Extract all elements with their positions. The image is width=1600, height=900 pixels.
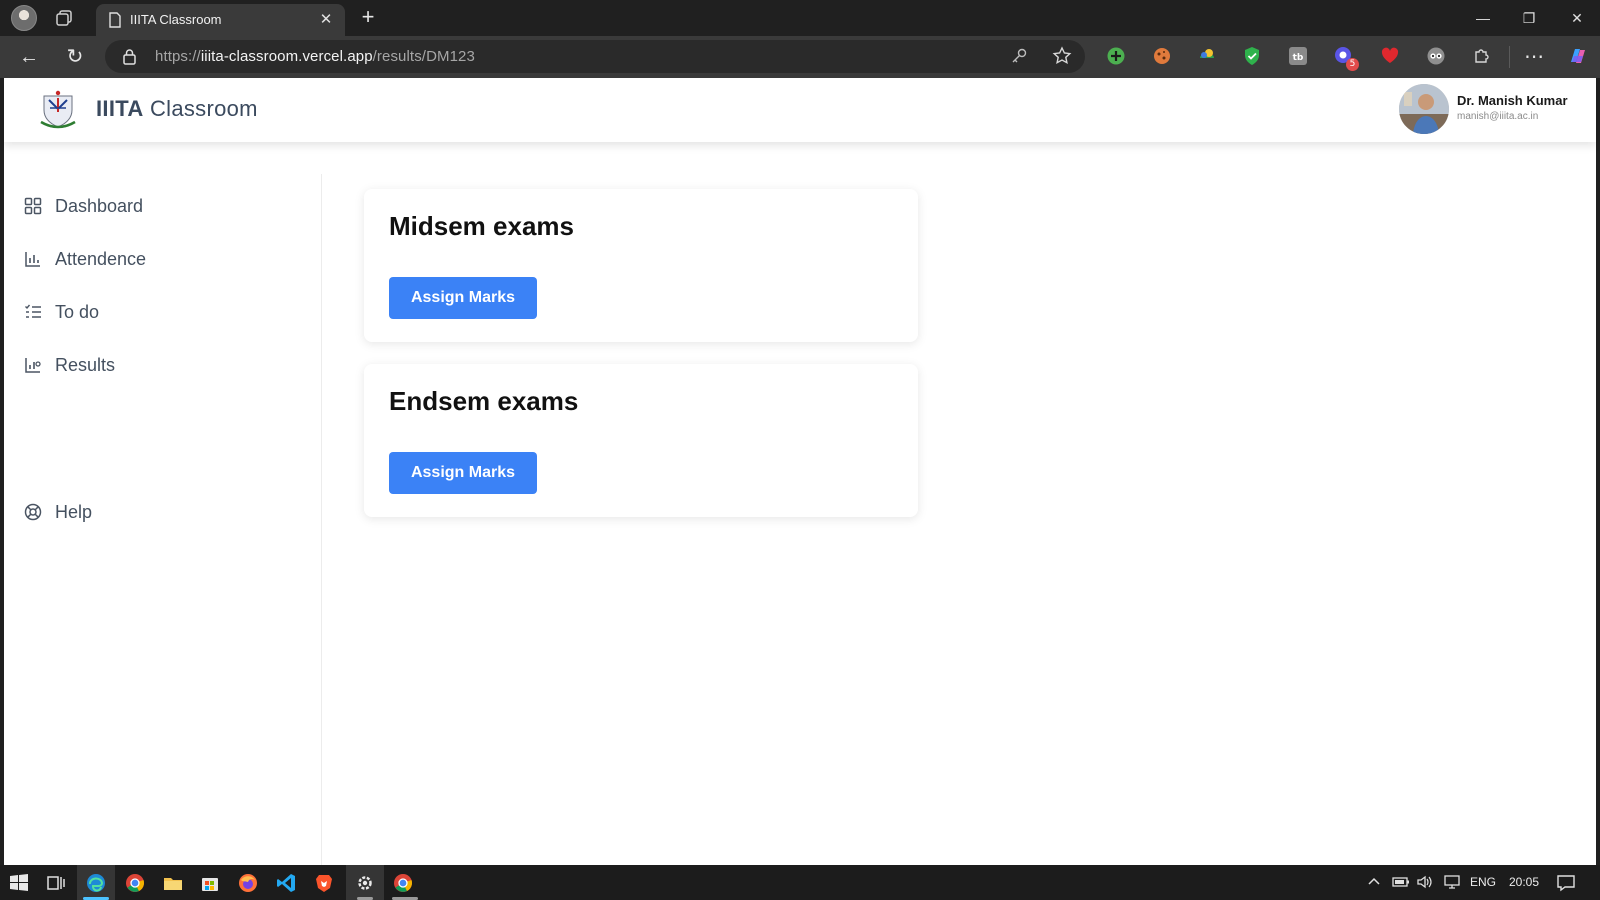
notification-center-icon[interactable] — [1556, 873, 1576, 893]
microsoft-store-icon[interactable] — [199, 872, 221, 894]
sidebar: Dashboard Attendence To do Results Help — [4, 174, 322, 865]
web-page: IIITA Classroom Dr. Manish Kumar manish@… — [4, 78, 1596, 865]
system-clock[interactable]: 20:05 — [1509, 875, 1539, 889]
chrome-profile-icon[interactable] — [392, 872, 414, 894]
browser-tab[interactable]: IIITA Classroom ✕ — [96, 4, 345, 36]
network-icon[interactable] — [1443, 874, 1461, 890]
battery-icon[interactable] — [1392, 874, 1410, 890]
windows-taskbar: ENG 20:05 — [0, 865, 1600, 900]
tab-actions-icon[interactable] — [54, 9, 74, 27]
sidebar-item-label: Attendence — [55, 248, 147, 269]
shield-extension-icon[interactable] — [1242, 46, 1262, 66]
brand-bold: IIITA — [96, 96, 144, 121]
address-bar[interactable]: https://iiita-classroom.vercel.app/resul… — [105, 40, 1085, 73]
green-plus-extension-icon[interactable] — [1106, 46, 1126, 66]
url-prefix: https:// — [155, 48, 201, 65]
user-photo — [1399, 84, 1449, 134]
dashboard-icon — [24, 197, 42, 215]
sidebar-item-label: Help — [55, 501, 93, 522]
red-heart-extension-icon[interactable] — [1380, 46, 1400, 66]
card-title: Midsem exams — [389, 211, 574, 241]
owl-extension-icon[interactable] — [1426, 46, 1446, 66]
minimize-button[interactable]: — — [1460, 0, 1506, 36]
endsem-exams-card: Endsem exams Assign Marks — [364, 364, 918, 517]
task-view-icon[interactable] — [45, 872, 67, 894]
brand-rest: Classroom — [149, 96, 258, 121]
results-chart-icon — [25, 358, 41, 373]
new-tab-button[interactable]: + — [356, 5, 380, 29]
brave-browser-icon[interactable] — [313, 872, 335, 894]
app-brand[interactable]: IIITA Classroom — [96, 96, 258, 122]
todo-list-icon — [25, 304, 41, 318]
chrome-icon[interactable] — [124, 872, 146, 894]
midsem-exams-card: Midsem exams Assign Marks — [364, 189, 918, 342]
iiita-logo[interactable] — [38, 88, 78, 130]
profile-avatar[interactable] — [11, 5, 37, 31]
bar-chart-icon — [25, 252, 40, 267]
lock-icon[interactable] — [122, 48, 137, 65]
assign-marks-button[interactable]: Assign Marks — [389, 452, 537, 494]
browser-toolbar: ← ↻ https://iiita-classroom.vercel.app/r… — [0, 36, 1600, 78]
app-header: IIITA Classroom Dr. Manish Kumar manish@… — [4, 78, 1596, 142]
volume-icon[interactable] — [1416, 874, 1434, 890]
url-text[interactable]: https://iiita-classroom.vercel.app/resul… — [155, 48, 475, 65]
more-menu-icon[interactable]: ⋯ — [1521, 44, 1547, 70]
url-host: iiita-classroom.vercel.app — [200, 48, 373, 65]
sidebar-item-help[interactable]: Help — [24, 500, 92, 524]
tab-title: IIITA Classroom — [130, 12, 222, 27]
back-button[interactable]: ← — [16, 44, 42, 70]
colorful-extension-icon[interactable] — [1197, 46, 1217, 66]
file-explorer-icon[interactable] — [162, 872, 184, 894]
windows-start-icon[interactable] — [8, 872, 30, 894]
card-title: Endsem exams — [389, 386, 579, 416]
sidebar-item-label: To do — [55, 301, 100, 322]
cookie-extension-icon[interactable] — [1152, 46, 1172, 66]
document-icon — [109, 12, 121, 28]
edge-browser-icon[interactable] — [85, 872, 107, 894]
extension-badge: 5 — [1346, 58, 1359, 71]
sidebar-item-results[interactable]: Results — [24, 353, 115, 377]
copilot-icon[interactable] — [1566, 44, 1590, 68]
url-path: /results/DM123 — [372, 48, 475, 65]
toolbar-separator — [1509, 46, 1510, 68]
refresh-button[interactable]: ↻ — [62, 44, 88, 70]
sidebar-item-todo[interactable]: To do — [24, 300, 99, 324]
tab-close-icon[interactable]: ✕ — [317, 11, 335, 29]
svg-text:tb: tb — [1293, 53, 1304, 63]
assign-marks-button[interactable]: Assign Marks — [389, 277, 537, 319]
sidebar-item-dashboard[interactable]: Dashboard — [24, 194, 143, 218]
tray-chevron-up-icon[interactable] — [1366, 874, 1382, 890]
vscode-icon[interactable] — [275, 872, 297, 894]
browser-title-bar: IIITA Classroom ✕ + — ❐ ✕ — [0, 0, 1600, 36]
language-indicator[interactable]: ENG — [1470, 875, 1496, 889]
favorite-star-icon[interactable] — [1052, 46, 1072, 66]
user-name: Dr. Manish Kumar — [1457, 93, 1568, 108]
settings-gear-icon[interactable] — [354, 872, 376, 894]
lifebuoy-icon — [24, 503, 42, 521]
sidebar-item-attendence[interactable]: Attendence — [24, 247, 146, 271]
tb-extension-icon[interactable]: tb — [1288, 46, 1308, 66]
user-email: manish@iiita.ac.in — [1457, 111, 1539, 122]
firefox-icon[interactable] — [237, 872, 259, 894]
restore-button[interactable]: ❐ — [1506, 0, 1552, 36]
password-key-icon[interactable] — [1010, 47, 1028, 65]
user-avatar[interactable] — [1399, 84, 1449, 134]
extensions-puzzle-icon[interactable] — [1472, 46, 1492, 66]
close-window-button[interactable]: ✕ — [1554, 0, 1600, 36]
sidebar-item-label: Dashboard — [55, 195, 144, 216]
sidebar-item-label: Results — [55, 354, 116, 375]
